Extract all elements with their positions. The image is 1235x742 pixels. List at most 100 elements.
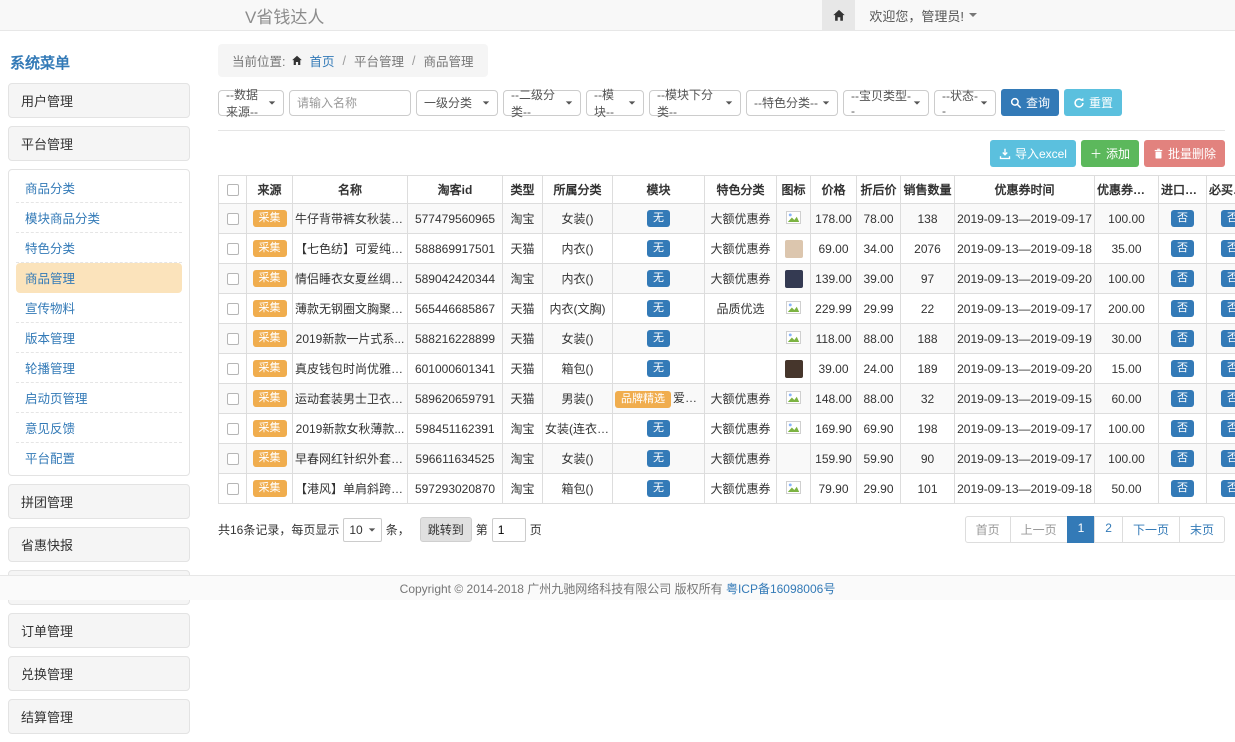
sidebar-item[interactable]: 订单管理 [8,613,190,648]
must-buy-badge[interactable]: 否 [1221,300,1235,317]
user-menu[interactable]: 欢迎您，管理员! [869,6,977,25]
sidebar-item[interactable]: 意见反馈 [16,413,182,443]
home-button[interactable] [822,0,855,30]
must-buy-badge[interactable]: 否 [1221,390,1235,407]
sales-cell: 189 [901,354,955,384]
row-checkbox[interactable] [227,453,239,465]
sidebar-item[interactable]: 模块商品分类 [16,203,182,233]
filter-select[interactable]: --宝贝类型-- [843,90,929,116]
column-header: 优惠券金额 [1095,176,1159,204]
row-checkbox[interactable] [227,243,239,255]
row-checkbox[interactable] [227,303,239,315]
table-row: 采集早春网红针织外套女春...596611634525淘宝女装()无大额优惠券1… [219,444,1235,474]
pager-button[interactable]: 2 [1094,516,1123,543]
filter-select[interactable]: --二级分类-- [503,90,581,116]
import-select-badge[interactable]: 否 [1171,450,1194,467]
coupon-amount-cell: 35.00 [1095,234,1159,264]
reset-button[interactable]: 重置 [1064,89,1122,116]
add-button[interactable]: ＋ 添加 [1081,140,1139,167]
pager-button[interactable]: 1 [1067,516,1096,543]
source-cell: 采集 [247,204,293,234]
import-select-badge[interactable]: 否 [1171,360,1194,377]
row-checkbox[interactable] [227,213,239,225]
import-select-badge[interactable]: 否 [1171,420,1194,437]
select-all-checkbox[interactable] [227,184,239,196]
must-buy-badge[interactable]: 否 [1221,270,1235,287]
column-header: 必买清单 [1207,176,1235,204]
sidebar-item[interactable]: 轮播管理 [16,353,182,383]
filter-select[interactable]: --特色分类-- [746,90,838,116]
plus-icon: ＋ [1090,145,1102,162]
batch-delete-button[interactable]: 批量删除 [1144,140,1225,167]
sidebar-item[interactable]: 拼团管理 [8,484,190,519]
must-buy-badge[interactable]: 否 [1221,210,1235,227]
sidebar-item[interactable]: 用户管理 [8,83,190,118]
import-select-badge[interactable]: 否 [1171,330,1194,347]
page-number-input[interactable] [492,518,526,542]
filter-select[interactable]: 一级分类 [416,90,498,116]
import-icon [999,148,1011,160]
must-buy-cell: 否 [1207,444,1235,474]
row-checkbox[interactable] [227,393,239,405]
category-cell: 内衣(文胸) [543,294,613,324]
import-select-badge[interactable]: 否 [1171,300,1194,317]
row-checkbox[interactable] [227,483,239,495]
column-header: 图标 [777,176,811,204]
icon-cell [777,204,811,234]
sidebar-item[interactable]: 特色分类 [16,233,182,263]
import-excel-button[interactable]: 导入excel [990,140,1076,167]
filter-select[interactable]: --模块-- [586,90,644,116]
filter-select[interactable]: --数据来源-- [218,90,284,116]
pager-button[interactable]: 首页 [965,516,1011,543]
sales-cell: 32 [901,384,955,414]
search-button[interactable]: 查询 [1001,89,1059,116]
sidebar-item[interactable]: 启动页管理 [16,383,182,413]
sidebar-item[interactable]: 结算管理 [8,699,190,734]
caret-down-icon [981,101,987,104]
sidebar-item[interactable]: 宣传物料 [16,293,182,323]
pager-button[interactable]: 上一页 [1010,516,1068,543]
must-buy-badge[interactable]: 否 [1221,450,1235,467]
import-select-badge[interactable]: 否 [1171,210,1194,227]
sales-cell: 138 [901,204,955,234]
row-checkbox[interactable] [227,273,239,285]
must-buy-badge[interactable]: 否 [1221,420,1235,437]
import-select-badge[interactable]: 否 [1171,240,1194,257]
type-cell: 淘宝 [503,264,543,294]
sidebar-item[interactable]: 版本管理 [16,323,182,353]
sidebar-menu: 用户管理平台管理商品分类模块商品分类特色分类商品管理宣传物料版本管理轮播管理启动… [8,83,190,734]
checkbox-cell [219,294,247,324]
must-buy-badge[interactable]: 否 [1221,330,1235,347]
feature-cell: 大额优惠券 [705,264,777,294]
filter-select[interactable]: --状态-- [934,90,996,116]
jump-button[interactable]: 跳转到 [420,517,472,542]
import-select-badge[interactable]: 否 [1171,270,1194,287]
add-label: 添加 [1106,145,1130,162]
discount-price-cell: 59.90 [857,444,901,474]
name-cell: 【港风】单肩斜跨链条... [293,474,408,504]
sidebar-item[interactable]: 商品分类 [16,173,182,203]
coupon-time-cell: 2019-09-13—2019-09-17 [955,444,1095,474]
import-select-badge[interactable]: 否 [1171,480,1194,497]
row-checkbox[interactable] [227,423,239,435]
pager-button[interactable]: 下一页 [1122,516,1180,543]
pager-button[interactable]: 末页 [1179,516,1225,543]
filter-select[interactable]: --模块下分类-- [649,90,741,116]
sidebar-item-active[interactable]: 商品管理 [16,263,182,293]
sidebar-item[interactable]: 平台配置 [16,443,182,472]
per-page-select[interactable]: 10 [343,518,381,542]
must-buy-badge[interactable]: 否 [1221,480,1235,497]
name-search-input[interactable] [289,90,411,116]
import-select-badge[interactable]: 否 [1171,390,1194,407]
broken-image-icon [786,331,801,344]
row-checkbox[interactable] [227,333,239,345]
row-checkbox[interactable] [227,363,239,375]
sidebar-group-heading[interactable]: 平台管理 [8,126,190,161]
must-buy-badge[interactable]: 否 [1221,360,1235,377]
sidebar-item[interactable]: 兑换管理 [8,656,190,691]
breadcrumb-home-link[interactable]: 首页 [309,51,334,70]
icp-link[interactable]: 粤ICP备16098006号 [726,580,835,597]
must-buy-badge[interactable]: 否 [1221,240,1235,257]
sidebar-item[interactable]: 省惠快报 [8,527,190,562]
import-select-cell: 否 [1159,384,1207,414]
